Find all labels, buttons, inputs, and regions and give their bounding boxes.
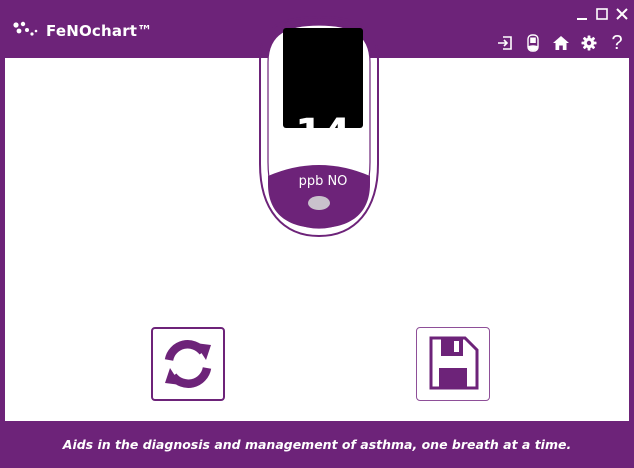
login-button[interactable] bbox=[496, 34, 514, 52]
footer-tagline: Aids in the diagnosis and management of … bbox=[0, 421, 634, 468]
toolbar: ? bbox=[496, 32, 626, 54]
save-button[interactable] bbox=[416, 327, 490, 401]
login-icon bbox=[498, 36, 512, 50]
help-button[interactable]: ? bbox=[608, 32, 626, 54]
device-button[interactable] bbox=[524, 34, 542, 52]
settings-button[interactable] bbox=[580, 34, 598, 52]
close-icon bbox=[616, 8, 628, 20]
floppy-disk-icon bbox=[429, 336, 479, 390]
close-button[interactable] bbox=[614, 6, 630, 22]
gear-icon bbox=[581, 35, 597, 51]
logo-icon bbox=[13, 21, 38, 36]
refresh-button[interactable] bbox=[151, 327, 225, 401]
maximize-button[interactable] bbox=[594, 6, 610, 22]
maximize-icon bbox=[596, 8, 608, 20]
mouthpiece-slot bbox=[308, 196, 330, 210]
window-controls bbox=[574, 6, 630, 22]
minimize-icon bbox=[577, 18, 587, 20]
minimize-button[interactable] bbox=[574, 6, 590, 22]
help-icon: ? bbox=[611, 32, 623, 54]
device-screen-readout: 14 ppb NO bbox=[283, 98, 363, 196]
device-icon bbox=[527, 34, 539, 52]
home-icon bbox=[553, 36, 569, 50]
refresh-icon bbox=[164, 340, 212, 388]
feno-value: 14 bbox=[295, 111, 351, 157]
app-title: FeNOchart™ bbox=[46, 22, 153, 40]
feno-unit: ppb NO bbox=[298, 174, 348, 189]
home-button[interactable] bbox=[552, 34, 570, 52]
